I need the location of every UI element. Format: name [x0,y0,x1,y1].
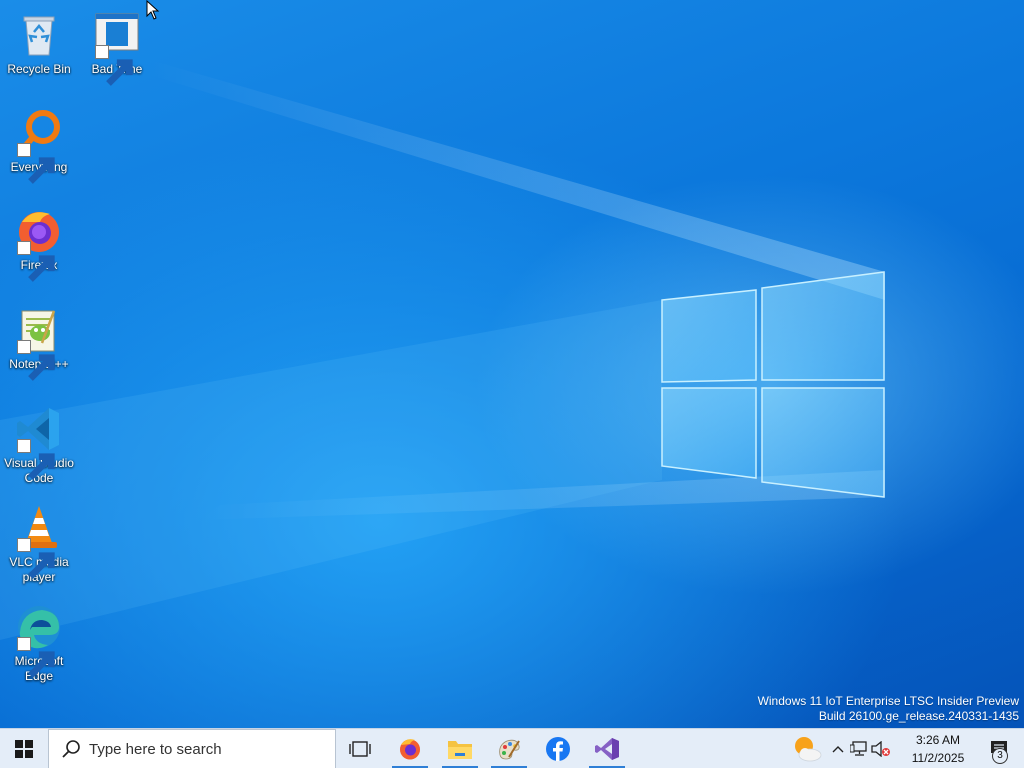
vscode-icon [14,404,64,480]
wallpaper-windows-logo [0,60,885,640]
volume-status[interactable] [870,729,892,768]
weather-widget[interactable] [788,729,826,768]
clock-date: 11/2/2025 [911,751,965,765]
show-hidden-icons-button[interactable] [829,729,847,768]
everything-icon [14,108,64,184]
shortcut-arrow-icon [17,340,55,381]
file-explorer-icon [448,741,472,759]
network-icon [850,741,867,756]
search-input[interactable] [89,740,329,758]
firefox-icon [400,739,420,760]
vlc-icon [14,503,64,579]
taskbar-app-facebook[interactable] [538,729,578,768]
shortcut-arrow-icon [17,143,55,184]
shortcut-arrow-icon [17,637,55,678]
taskbar-search-box[interactable] [48,729,336,768]
desktop-icon-notepad-plus-plus[interactable]: Notepad++ [1,305,77,381]
desktop-icon-vscode[interactable]: Visual Studio Code [1,404,77,486]
chevron-up-icon [832,746,844,753]
system-tray: 3:26 AM 11/2/2025 3 [784,729,1024,768]
desktop-icon-edge[interactable]: Microsoft Edge [1,602,77,684]
network-status[interactable] [848,729,870,768]
bad-time-icon [92,10,142,86]
taskbar-app-firefox[interactable] [390,729,430,768]
search-icon [62,740,80,758]
taskbar: 3:26 AM 11/2/2025 3 [0,728,1024,768]
firefox-icon [14,206,64,282]
desktop-icon-recycle-bin[interactable]: Recycle Bin [1,10,77,77]
desktop-icon-everything[interactable]: Everything [1,108,77,184]
windows-logo-icon [15,740,33,758]
windows-build-watermark: Windows 11 IoT Enterprise LTSC Insider P… [758,694,1019,724]
shortcut-arrow-icon [17,241,55,282]
desktop[interactable]: Recycle Bin Bad Time Everything Firefox … [0,0,1024,728]
desktop-icon-vlc[interactable]: VLC media player [1,503,77,585]
desktop-icon-label: Recycle Bin [7,62,71,76]
shortcut-arrow-icon [17,439,55,480]
watermark-build: Build 26100.ge_release.240331-1435 [818,709,1019,723]
recycle-bin-icon [14,10,64,60]
shortcut-arrow-icon [17,538,55,579]
notepad-plus-plus-icon [14,305,64,381]
taskbar-app-visual-studio[interactable] [587,729,627,768]
taskbar-app-paint[interactable] [489,729,529,768]
desktop-icon-firefox[interactable]: Firefox [1,206,77,282]
clock[interactable]: 3:26 AM 11/2/2025 [904,731,972,767]
facebook-icon [546,737,570,761]
watermark-edition: Windows 11 IoT Enterprise LTSC Insider P… [757,694,1019,708]
shortcut-arrow-icon [95,45,133,86]
volume-muted-icon [871,741,890,757]
start-button[interactable] [0,729,48,768]
edge-icon [14,602,64,678]
clock-time: 3:26 AM [915,733,961,747]
taskbar-app-file-explorer[interactable] [440,729,480,768]
visual-studio-icon [595,738,619,760]
task-view-icon [349,741,371,757]
mouse-cursor-icon [146,0,160,20]
notification-count-badge: 3 [992,748,1008,764]
paint-icon [499,739,520,760]
weather-partly-sunny-icon [795,737,822,762]
desktop-icon-bad-time[interactable]: Bad Time [79,10,155,86]
task-view-button[interactable] [340,729,380,768]
